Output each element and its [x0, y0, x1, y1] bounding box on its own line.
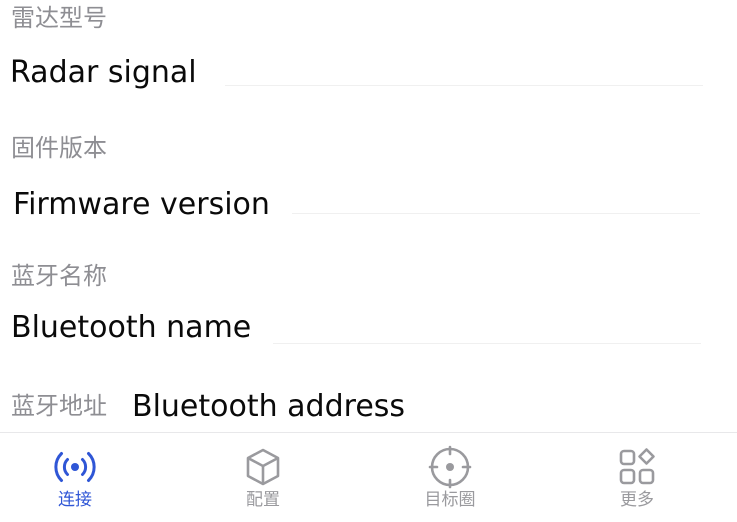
tab-config-label: 配置 — [246, 490, 280, 510]
tab-more[interactable]: 更多 — [545, 433, 729, 522]
bluetooth-name-label: 蓝牙名称 — [11, 262, 107, 290]
bottom-tab-bar: 连接 配置 目标圈 更多 — [0, 432, 737, 522]
bluetooth-address-value: Bluetooth address — [132, 389, 406, 424]
tab-config[interactable]: 配置 — [171, 433, 355, 522]
firmware-version-label: 固件版本 — [11, 134, 107, 162]
divider — [225, 85, 703, 86]
target-icon — [428, 445, 472, 489]
cube-icon — [241, 445, 285, 489]
radar-model-label: 雷达型号 — [11, 4, 107, 32]
tab-target-circle[interactable]: 目标圈 — [358, 433, 542, 522]
bluetooth-address-label: 蓝牙地址 — [11, 392, 107, 420]
tab-target-circle-label: 目标圈 — [424, 490, 476, 510]
radar-model-value: Radar signal — [10, 55, 197, 90]
divider — [292, 213, 700, 214]
firmware-version-value: Firmware version — [13, 187, 270, 222]
tab-connect[interactable]: 连接 — [0, 433, 167, 522]
tab-connect-label: 连接 — [58, 490, 92, 510]
radio-signal-icon — [53, 445, 97, 489]
tab-more-label: 更多 — [620, 490, 654, 510]
grid-more-icon — [615, 445, 659, 489]
divider — [273, 343, 701, 344]
bluetooth-name-value: Bluetooth name — [11, 310, 252, 345]
